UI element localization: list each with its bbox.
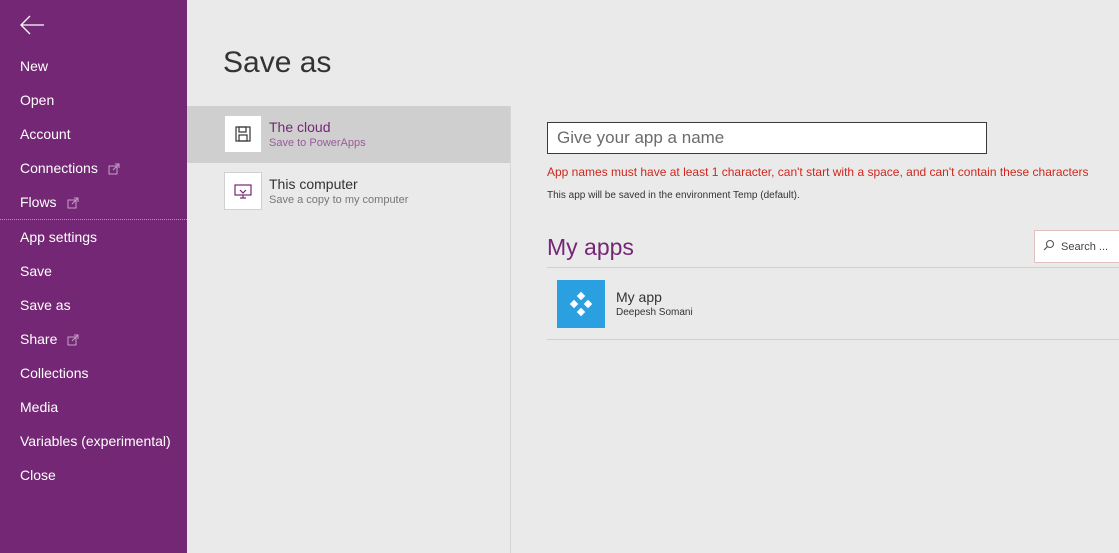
- nav-item-label: Share: [20, 331, 58, 347]
- nav-item-label: Open: [20, 92, 55, 108]
- nav-item-variables[interactable]: Variables (experimental): [0, 424, 187, 458]
- backstage-nav: New Open Account Connections Flows App s…: [0, 0, 187, 553]
- external-link-icon: [67, 333, 79, 346]
- nav-item-collections[interactable]: Collections: [0, 356, 187, 390]
- app-list-item[interactable]: My app Deepesh Somani: [547, 270, 1119, 338]
- my-apps-heading: My apps: [547, 234, 634, 260]
- external-link-icon: [108, 162, 120, 175]
- app-name: My app: [616, 289, 662, 305]
- nav-item-label: App settings: [20, 229, 98, 245]
- nav-item-label: Flows: [20, 194, 57, 210]
- floppy-disk-icon: [224, 115, 262, 153]
- nav-item-save-as[interactable]: Save as: [0, 288, 187, 322]
- app-owner: Deepesh Somani: [616, 307, 693, 318]
- back-arrow-icon[interactable]: [18, 11, 46, 39]
- nav-item-account[interactable]: Account: [0, 117, 187, 151]
- search-placeholder: Search ...: [1061, 240, 1109, 253]
- nav-item-app-settings[interactable]: App settings: [0, 220, 187, 254]
- nav-item-close[interactable]: Close: [0, 458, 187, 492]
- page-title: Save as: [223, 46, 332, 79]
- nav-item-media[interactable]: Media: [0, 390, 187, 424]
- nav-item-label: Connections: [20, 160, 98, 176]
- computer-icon: [224, 172, 262, 210]
- nav-item-share[interactable]: Share: [0, 322, 187, 356]
- nav-item-save[interactable]: Save: [0, 254, 187, 288]
- nav-item-label: Save: [20, 263, 52, 279]
- nav-item-label: Account: [20, 126, 71, 142]
- nav-item-label: Collections: [20, 365, 89, 381]
- nav-item-label: Media: [20, 399, 59, 415]
- divider: [547, 339, 1119, 340]
- nav-item-open[interactable]: Open: [0, 83, 187, 117]
- nav-item-label: Variables (experimental): [20, 433, 171, 449]
- search-icon: [1043, 238, 1055, 256]
- nav-item-label: Close: [20, 467, 56, 483]
- validation-error: App names must have at least 1 character…: [547, 165, 1089, 179]
- powerapps-app-icon: [557, 280, 605, 328]
- external-link-icon: [67, 196, 79, 209]
- my-apps-search[interactable]: Search ...: [1034, 230, 1119, 263]
- environment-note: This app will be saved in the environmen…: [547, 190, 800, 201]
- nav-item-label: New: [20, 58, 49, 74]
- save-option-title: The cloud: [269, 119, 331, 135]
- save-option-subtitle: Save a copy to my computer: [269, 194, 409, 206]
- nav-item-flows[interactable]: Flows: [0, 185, 187, 219]
- nav-item-new[interactable]: New: [0, 49, 187, 83]
- divider: [547, 267, 1119, 268]
- save-option-cloud[interactable]: The cloud Save to PowerApps: [187, 106, 510, 163]
- save-option-title: This computer: [269, 176, 358, 192]
- app-name-input[interactable]: [547, 122, 987, 154]
- save-option-computer[interactable]: This computer Save a copy to my computer: [187, 163, 510, 220]
- nav-item-connections[interactable]: Connections: [0, 151, 187, 185]
- nav-item-label: Save as: [20, 297, 71, 313]
- save-option-subtitle: Save to PowerApps: [269, 137, 366, 149]
